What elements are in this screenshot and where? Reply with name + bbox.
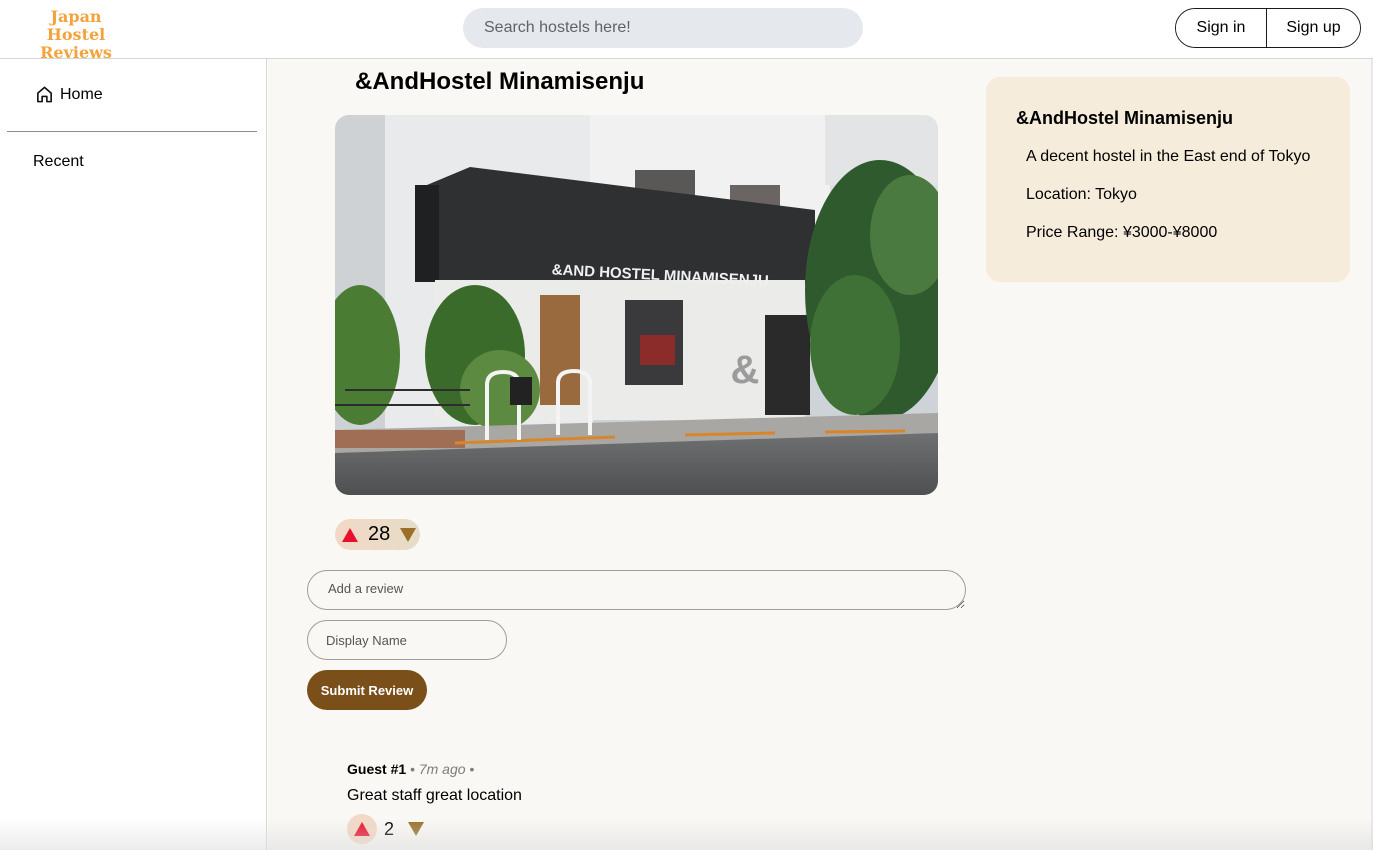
sidebar: Home Recent	[0, 59, 267, 850]
sidebar-item-label: Home	[60, 85, 103, 103]
logo-line-1: Japan	[50, 7, 102, 26]
comment-author: Guest #1	[347, 761, 407, 777]
downvote-arrow-icon[interactable]	[400, 527, 417, 542]
sidebar-divider	[7, 131, 257, 132]
info-price-range: Price Range: ¥3000-¥8000	[1026, 224, 1218, 241]
info-location: Location: Tokyo	[1026, 186, 1137, 203]
hostel-photo: &AND HOSTEL MINAMISENJU &	[335, 115, 938, 495]
sign-in-button[interactable]: Sign in	[1176, 9, 1267, 47]
search-input[interactable]	[463, 8, 863, 48]
site-logo[interactable]: Japan Hostel Reviews	[11, 8, 141, 62]
hostel-info-card: &AndHostel Minamisenju A decent hostel i…	[986, 77, 1350, 282]
auth-buttons: Sign in Sign up	[1175, 8, 1361, 48]
comment-vote-widget: 2	[347, 814, 425, 844]
page-title: &AndHostel Minamisenju	[355, 68, 645, 95]
comment-time: 7m ago	[418, 761, 466, 777]
review-input[interactable]	[307, 570, 966, 610]
info-description: A decent hostel in the East end of Tokyo	[1026, 148, 1311, 165]
photo-ampersand: &	[731, 348, 760, 392]
top-bar: Japan Hostel Reviews Sign in Sign up	[0, 0, 1373, 62]
home-icon	[37, 86, 52, 103]
hostel-vote-widget: 28	[335, 519, 420, 550]
display-name-input[interactable]	[307, 620, 507, 660]
comment-upvote-button[interactable]	[347, 814, 377, 844]
downvote-arrow-icon[interactable]	[408, 822, 425, 836]
submit-review-button[interactable]: Submit Review	[307, 670, 427, 710]
logo-line-2: Hostel Reviews	[40, 25, 112, 62]
comment-header: Guest #1 • 7m ago •	[347, 761, 475, 777]
main-content: &AndHostel Minamisenju &AND HOSTEL MINAM…	[268, 59, 1371, 850]
upvote-arrow-icon[interactable]	[342, 527, 358, 542]
vote-count: 28	[368, 523, 391, 545]
upvote-arrow-icon	[354, 822, 370, 836]
sign-up-button[interactable]: Sign up	[1267, 9, 1360, 47]
sidebar-item-recent[interactable]: Recent	[33, 153, 84, 171]
comment-vote-count: 2	[384, 818, 395, 839]
info-card-title: &AndHostel Minamisenju	[1016, 108, 1234, 128]
sidebar-item-home[interactable]: Home	[35, 85, 103, 104]
comment-text: Great staff great location	[347, 787, 522, 804]
